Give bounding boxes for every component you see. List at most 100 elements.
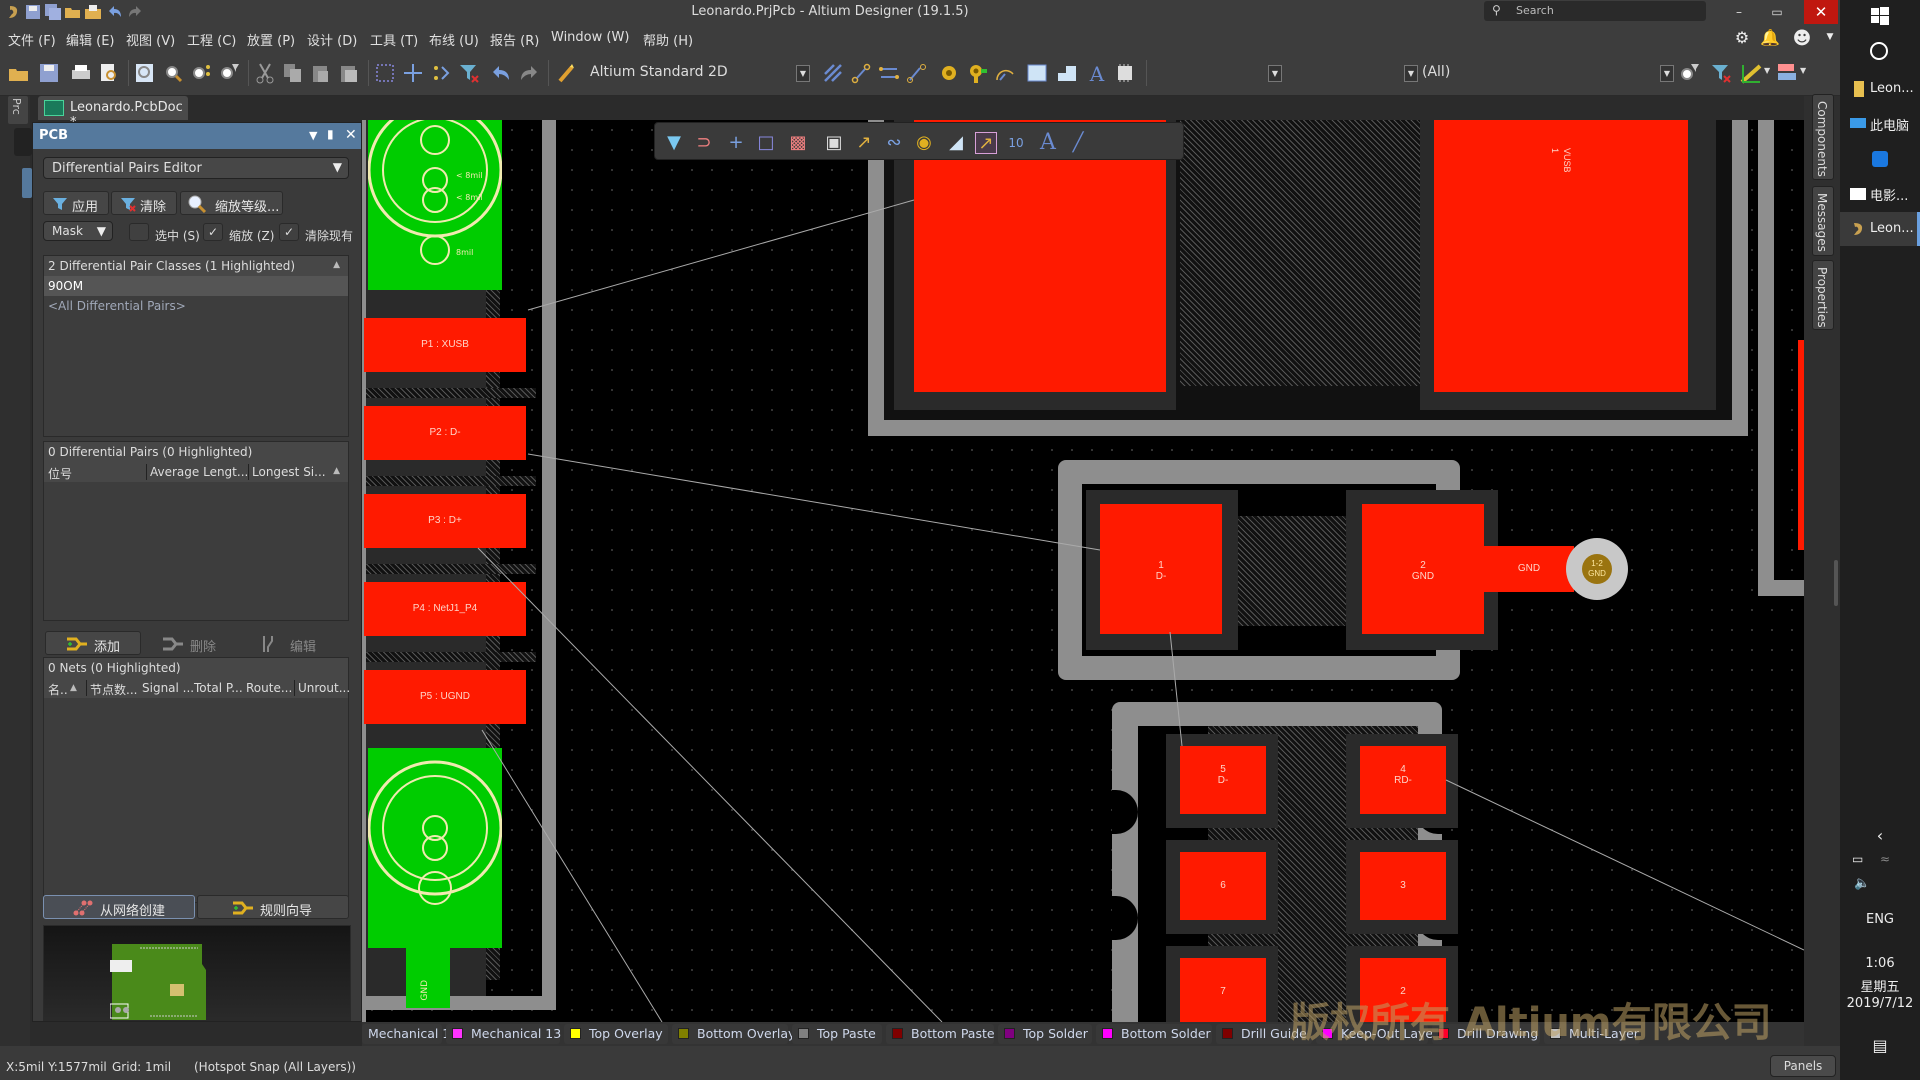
menu-tools[interactable]: 工具 (T) (370, 30, 418, 49)
layer-tab-top-overlay[interactable]: Top Overlay (564, 1024, 668, 1044)
redo-icon[interactable] (518, 62, 540, 84)
layer-tab-bottom-paste[interactable]: Bottom Paste (886, 1024, 995, 1044)
move-cross-icon[interactable]: + (725, 132, 747, 154)
align-tools-icon[interactable] (1776, 62, 1798, 84)
column-designator[interactable]: 位号 (48, 465, 72, 482)
pin-icon[interactable]: ▮ (327, 127, 334, 141)
route-icon[interactable] (850, 62, 872, 84)
clear-filter-icon[interactable] (1710, 62, 1732, 84)
class-row-90om[interactable]: 90OM (44, 276, 348, 296)
dimension-icon[interactable]: 10 (1005, 132, 1027, 154)
column-routed[interactable]: Route... (246, 681, 292, 695)
layer-tab-bottom-overlay[interactable]: Bottom Overlay (672, 1024, 795, 1044)
deselect-icon[interactable] (430, 62, 452, 84)
battery-icon[interactable]: ▭ (1852, 852, 1863, 866)
select-rectangle-icon[interactable]: □ (755, 132, 777, 154)
menu-file[interactable]: 文件 (F) (8, 30, 56, 49)
menu-route[interactable]: 布线 (U) (429, 30, 479, 49)
projects-panel-tab[interactable]: Prc (8, 96, 28, 124)
taskbar-item-maxthon[interactable] (1840, 142, 1920, 176)
restore-button[interactable]: ▭ (1760, 0, 1794, 24)
clock-weekday[interactable]: 星期五 (1840, 976, 1920, 995)
diff-pair-route-icon[interactable] (878, 62, 900, 84)
select-checkbox[interactable] (129, 223, 149, 241)
menu-reports[interactable]: 报告 (R) (490, 30, 539, 49)
wifi-icon[interactable]: ≈ (1880, 852, 1890, 866)
select-area-icon[interactable] (374, 62, 396, 84)
panel-close-icon[interactable]: ✕ (345, 127, 357, 143)
sort-ascending-icon[interactable]: ▲ (333, 466, 340, 476)
user-account-icon[interactable]: ☻ (1792, 28, 1812, 49)
menu-view[interactable]: 视图 (V) (126, 30, 175, 49)
menu-design[interactable]: 设计 (D) (307, 30, 357, 49)
via-icon[interactable] (966, 62, 988, 84)
pcb-canvas[interactable]: < 8mil < 8mil 8mil P1 : XUSB P2 : D- P3 … (362, 120, 1804, 1022)
layer-filter-dropdown[interactable]: ▼ (1404, 65, 1418, 82)
close-button[interactable]: ✕ (1804, 0, 1838, 24)
sort-ascending-icon[interactable]: ▲ (70, 683, 77, 693)
snap-magnet-icon[interactable]: ⊃ (693, 132, 715, 154)
taskbar-item-this-pc[interactable]: 此电脑 (1840, 106, 1920, 140)
input-language[interactable]: ENG (1840, 912, 1920, 927)
component-icon[interactable] (1114, 62, 1136, 84)
column-signal[interactable]: Signal ... (142, 681, 194, 695)
print-preview-icon[interactable] (98, 62, 120, 84)
view-config-wand-icon[interactable] (556, 62, 578, 84)
save-icon[interactable] (38, 62, 60, 84)
vertical-scrollbar[interactable] (1834, 560, 1838, 606)
document-tab-leonardo-pcbdoc[interactable]: Leonardo.PcbDoc * (38, 96, 188, 130)
align-icon[interactable]: ▩ (787, 132, 809, 154)
layer-tab-top-paste[interactable]: Top Paste (792, 1024, 882, 1044)
taskbar-item-movies[interactable]: 电影... (1840, 176, 1920, 210)
clock-time[interactable]: 1:06 (1840, 956, 1920, 971)
move-icon[interactable] (402, 62, 424, 84)
taskbar-item-explorer-folder[interactable]: Leon... (1840, 72, 1920, 106)
pad-icon[interactable] (938, 62, 960, 84)
cut-icon[interactable] (254, 62, 276, 84)
zoom-area-icon[interactable] (162, 62, 184, 84)
clear-button[interactable]: 清除 (111, 191, 177, 215)
column-name[interactable]: 名.. (48, 681, 68, 698)
multi-route-icon[interactable] (906, 62, 928, 84)
select-filter-zoom-icon[interactable] (1678, 62, 1700, 84)
length-tuning-icon[interactable]: ∾ (883, 132, 905, 154)
align-dropdown-icon[interactable]: ▼ (1800, 66, 1806, 75)
layer-tab-bottom-solder[interactable]: Bottom Solder (1096, 1024, 1212, 1044)
measure-ruler-icon[interactable] (1740, 62, 1762, 84)
diff-pair-active-icon[interactable]: ↗ (975, 132, 997, 154)
layer-tab-mechanical-1[interactable]: Mechanical 1 (362, 1024, 450, 1044)
polygon-pour-icon[interactable] (1056, 62, 1078, 84)
undo-icon[interactable] (490, 62, 512, 84)
zoom-fit-icon[interactable] (134, 62, 156, 84)
quick-search-tab[interactable] (14, 128, 32, 156)
layer-tab-mechanical-13[interactable]: Mechanical 13 (446, 1024, 561, 1044)
line-icon[interactable]: ╱ (1067, 132, 1089, 154)
action-center-icon[interactable]: ▤ (1840, 1036, 1920, 1055)
menu-help[interactable]: 帮助 (H) (643, 30, 693, 49)
components-panel-tab[interactable]: Components (1812, 94, 1834, 180)
arc-icon[interactable] (994, 62, 1016, 84)
taskbar-item-altium[interactable]: Leon... (1840, 212, 1920, 246)
paste-icon[interactable] (310, 62, 332, 84)
clear-existing-checkbox[interactable]: ✓ (279, 223, 299, 241)
add-pair-button[interactable]: 添加 (45, 631, 141, 655)
print-icon[interactable] (70, 62, 92, 84)
via-icon[interactable]: ◉ (913, 132, 935, 154)
minimize-button[interactable]: – (1722, 0, 1756, 24)
zoom-checkbox[interactable]: ✓ (203, 223, 223, 241)
create-from-nets-button[interactable]: 从网络创建 (43, 895, 195, 919)
zoom-filtered-icon[interactable] (218, 62, 240, 84)
menu-window[interactable]: Window (W) (551, 30, 629, 45)
copy-icon[interactable] (282, 62, 304, 84)
collapsed-panel-tab[interactable] (22, 168, 32, 198)
collapse-arrow-icon[interactable]: ▲ (333, 260, 340, 270)
menu-place[interactable]: 放置 (P) (247, 30, 295, 49)
measure-dropdown-icon[interactable]: ▼ (1764, 66, 1770, 75)
zoom-selected-icon[interactable] (190, 62, 212, 84)
interactive-routing-icon[interactable] (822, 62, 844, 84)
clock-date[interactable]: 2019/7/12 (1840, 996, 1920, 1011)
selection-filter-dropdown[interactable]: ▼ (1660, 65, 1674, 82)
rule-wizard-button[interactable]: 规则向导 (197, 895, 349, 919)
menu-project[interactable]: 工程 (C) (187, 30, 236, 49)
delete-pair-button[interactable]: 删除 (145, 631, 241, 655)
